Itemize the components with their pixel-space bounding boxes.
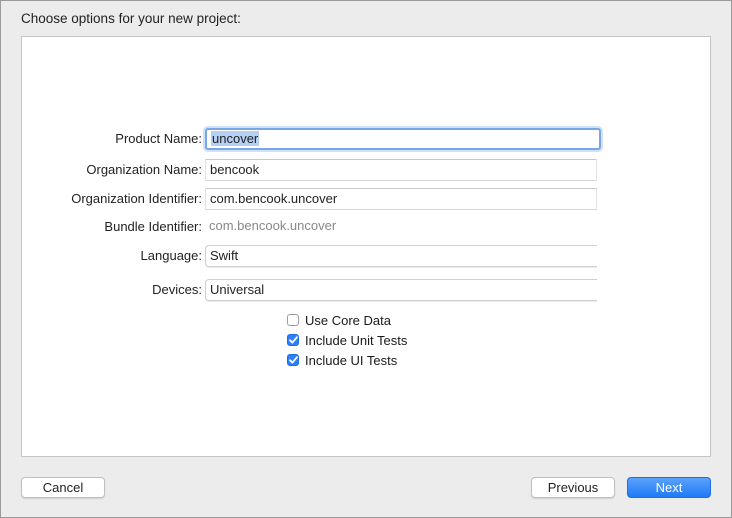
devices-label: Devices: xyxy=(152,282,202,297)
cancel-button[interactable]: Cancel xyxy=(21,477,105,498)
devices-popup[interactable]: Universal xyxy=(205,279,597,301)
include-unit-tests-checkbox[interactable]: Include Unit Tests xyxy=(287,331,407,349)
organization-name-row: Organization Name: bencook xyxy=(0,159,732,181)
checkmark-icon xyxy=(287,334,299,346)
organization-name-label: Organization Name: xyxy=(86,162,202,177)
organization-identifier-label: Organization Identifier: xyxy=(71,191,202,206)
use-core-data-checkbox[interactable]: Use Core Data xyxy=(287,311,391,329)
product-name-row: Product Name: uncover xyxy=(0,128,732,150)
bundle-identifier-value: com.bencook.uncover xyxy=(209,218,337,233)
include-unit-tests-label: Include Unit Tests xyxy=(305,332,408,348)
bundle-identifier-row: Bundle Identifier: com.bencook.uncover xyxy=(0,216,732,238)
dialog-title: Choose options for your new project: xyxy=(21,11,241,26)
organization-identifier-row: Organization Identifier: com.bencook.unc… xyxy=(0,188,732,210)
language-row: Language: Swift xyxy=(0,245,732,267)
checkmark-icon xyxy=(287,354,299,366)
devices-row: Devices: Universal xyxy=(0,279,732,301)
previous-button[interactable]: Previous xyxy=(531,477,615,498)
use-core-data-label: Use Core Data xyxy=(305,312,391,328)
organization-name-input[interactable]: bencook xyxy=(205,159,597,181)
organization-identifier-input[interactable]: com.bencook.uncover xyxy=(205,188,597,210)
language-label: Language: xyxy=(140,248,202,263)
language-popup[interactable]: Swift xyxy=(205,245,597,267)
product-name-value: uncover xyxy=(211,131,260,146)
bundle-identifier-label: Bundle Identifier: xyxy=(104,219,202,234)
next-button[interactable]: Next xyxy=(627,477,711,498)
unchecked-box-icon xyxy=(287,314,299,326)
include-ui-tests-checkbox[interactable]: Include UI Tests xyxy=(287,351,397,369)
product-name-input[interactable]: uncover xyxy=(205,128,601,150)
include-ui-tests-label: Include UI Tests xyxy=(305,352,398,368)
product-name-label: Product Name: xyxy=(115,131,202,146)
